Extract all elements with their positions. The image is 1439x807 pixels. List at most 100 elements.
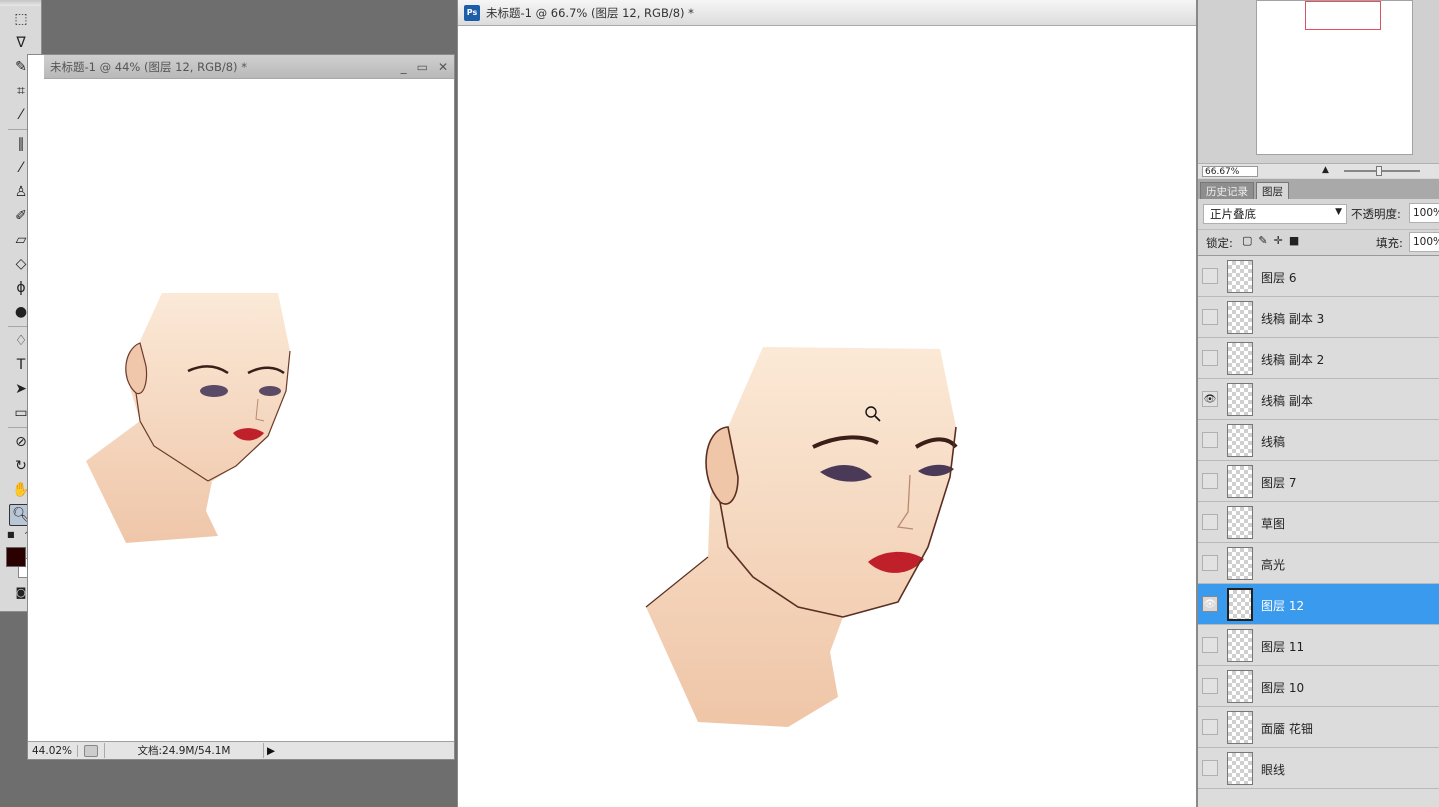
maximize-icon[interactable]: ▭ [417, 60, 428, 74]
portrait-illustration-small [86, 293, 291, 543]
canvas-small[interactable] [28, 81, 452, 741]
status-menu-icon[interactable] [84, 744, 98, 757]
layer-row[interactable]: 图层 11 [1198, 625, 1439, 666]
document-titlebar[interactable]: Ps 未标题-1 @ 66.7% (图层 12, RGB/8) * [458, 0, 1196, 26]
panel-tabs: 历史记录 图层 [1198, 179, 1439, 199]
layer-row[interactable]: 线稿 [1198, 420, 1439, 461]
layers-list: 图层 6 线稿 副本 3 线稿 副本 2 👁︎ 线稿 副本线稿图层 7 草图高光 👁︎ 图层 … [1198, 255, 1439, 807]
layer-name: 线稿 [1261, 435, 1286, 449]
lock-row: 锁定: ▢ ✎ ✛ ■ 填充: 100% [1198, 229, 1439, 254]
right-panel: 66.67% ▲ 历史记录 图层 正片叠底 ▼ 不透明度: 100% 锁定: ▢… [1197, 0, 1439, 807]
layer-row[interactable]: 图层 7 [1198, 461, 1439, 502]
layer-name: 图层 7 [1261, 476, 1297, 490]
layer-row[interactable]: 面靥 花钿 [1198, 707, 1439, 748]
layer-name: 图层 12 [1261, 599, 1305, 613]
lock-label: 锁定: [1206, 236, 1233, 250]
toolbox-grip[interactable] [0, 0, 41, 6]
layer-thumbnail[interactable] [1227, 506, 1253, 539]
status-arrow-icon[interactable]: ▶ [264, 745, 278, 757]
layer-name: 高光 [1261, 558, 1286, 572]
foreground-color-swatch[interactable] [6, 547, 26, 567]
portrait-illustration-main [645, 347, 958, 727]
navigator-panel [1198, 0, 1439, 163]
layer-name: 图层 6 [1261, 271, 1297, 285]
tab-history[interactable]: 历史记录 [1200, 182, 1254, 199]
photoshop-app-icon: Ps [464, 4, 480, 21]
lock-transparency-icon[interactable]: ▢ [1242, 234, 1252, 247]
document-window-66[interactable]: Ps 未标题-1 @ 66.7% (图层 12, RGB/8) * [457, 0, 1197, 807]
layer-row[interactable]: 👁︎ 线稿 副本 [1198, 379, 1439, 420]
visibility-eye-icon[interactable] [1202, 432, 1218, 448]
visibility-eye-icon[interactable] [1202, 555, 1218, 571]
layer-row[interactable]: 草图 [1198, 502, 1439, 543]
layer-name: 图层 11 [1261, 640, 1305, 654]
blend-mode-select[interactable]: 正片叠底 ▼ [1203, 204, 1347, 224]
opacity-input[interactable]: 100% [1409, 203, 1439, 223]
layer-thumbnail[interactable] [1227, 342, 1253, 375]
layer-row[interactable]: 线稿 副本 3 [1198, 297, 1439, 338]
tab-layers[interactable]: 图层 [1256, 182, 1289, 199]
layer-thumbnail[interactable] [1227, 629, 1253, 662]
layer-name: 线稿 副本 3 [1261, 312, 1325, 326]
layer-row[interactable]: 图层 6 [1198, 256, 1439, 297]
navigator-zoom-slider[interactable] [1344, 170, 1420, 172]
visibility-eye-icon[interactable] [1202, 514, 1218, 530]
document-window-44[interactable]: 未标题-1 @ 44% (图层 12, RGB/8) * _ ▭ ✕ 44.02… [27, 54, 455, 760]
lock-all-icon[interactable]: ■ [1289, 234, 1299, 247]
status-bar: 44.02% 文档:24.9M/54.1M ▶ [28, 741, 454, 759]
chevron-down-icon: ▼ [1335, 207, 1342, 217]
document-titlebar[interactable]: 未标题-1 @ 44% (图层 12, RGB/8) * _ ▭ ✕ [44, 55, 454, 79]
opacity-label: 不透明度: [1351, 207, 1401, 221]
navigator-zoom-value[interactable]: 66.67% [1202, 165, 1258, 177]
visibility-eye-icon[interactable] [1202, 268, 1218, 284]
document-title: 未标题-1 @ 44% (图层 12, RGB/8) * [50, 59, 247, 74]
layer-thumbnail[interactable] [1227, 465, 1253, 498]
navigator-view-rect[interactable] [1305, 1, 1381, 30]
navigator-zoom-knob[interactable] [1376, 166, 1382, 176]
layer-thumbnail[interactable] [1227, 670, 1253, 703]
layer-name: 草图 [1261, 517, 1286, 531]
lock-icons: ▢ ✎ ✛ ■ [1242, 234, 1299, 247]
visibility-eye-icon[interactable] [1202, 678, 1218, 694]
visibility-eye-icon[interactable] [1202, 760, 1218, 776]
photoshop-workspace: ⬚ ᐁ ✎ ⌗ ⁄ ∥ ⁄ ♙ ✐ ▱ ◇ ϕ ● ♢ T ➤ ▭ ⊘ ↻ ✋ … [0, 0, 1439, 807]
layer-name: 面靥 花钿 [1261, 722, 1313, 736]
layer-thumbnail[interactable] [1227, 711, 1253, 744]
visibility-eye-icon[interactable]: 👁︎ [1202, 391, 1218, 407]
layer-row[interactable]: 👁︎ 图层 12 [1198, 584, 1439, 625]
fill-input[interactable]: 100% [1409, 232, 1439, 252]
layer-name: 线稿 副本 2 [1261, 353, 1325, 367]
visibility-eye-icon[interactable] [1202, 309, 1218, 325]
visibility-eye-icon[interactable] [1202, 637, 1218, 653]
navigator-thumbnail[interactable] [1256, 0, 1413, 155]
default-colors-icon[interactable]: ■ [7, 530, 15, 539]
window-controls: _ ▭ ✕ [401, 60, 448, 74]
canvas-main[interactable] [458, 27, 1196, 807]
layer-row[interactable]: 眼线 [1198, 748, 1439, 789]
visibility-eye-icon[interactable] [1202, 719, 1218, 735]
close-icon[interactable]: ✕ [438, 60, 448, 74]
layer-row[interactable]: 图层 10 [1198, 666, 1439, 707]
lock-position-icon[interactable]: ✛ [1274, 234, 1283, 247]
visibility-eye-icon[interactable] [1202, 473, 1218, 489]
status-zoom[interactable]: 44.02% [28, 744, 78, 757]
lasso-tool-icon[interactable]: ᐁ [9, 32, 33, 54]
layer-row[interactable]: 高光 [1198, 543, 1439, 584]
layer-thumbnail[interactable] [1227, 424, 1253, 457]
layer-thumbnail[interactable] [1227, 260, 1253, 293]
layer-row[interactable]: 线稿 副本 2 [1198, 338, 1439, 379]
visibility-eye-icon[interactable]: 👁︎ [1202, 596, 1218, 612]
minimize-icon[interactable]: _ [401, 60, 407, 74]
marquee-tool-icon[interactable]: ⬚ [9, 8, 33, 30]
layer-name: 图层 10 [1261, 681, 1305, 695]
layer-name: 眼线 [1261, 763, 1286, 777]
layer-thumbnail[interactable] [1227, 752, 1253, 785]
zoom-out-icon[interactable]: ▲ [1322, 165, 1329, 175]
layer-thumbnail[interactable] [1227, 383, 1253, 416]
layer-thumbnail[interactable] [1227, 547, 1253, 580]
layer-thumbnail[interactable] [1227, 301, 1253, 334]
document-title: 未标题-1 @ 66.7% (图层 12, RGB/8) * [486, 5, 694, 20]
visibility-eye-icon[interactable] [1202, 350, 1218, 366]
lock-pixels-icon[interactable]: ✎ [1258, 234, 1267, 247]
layer-thumbnail[interactable] [1227, 588, 1253, 621]
